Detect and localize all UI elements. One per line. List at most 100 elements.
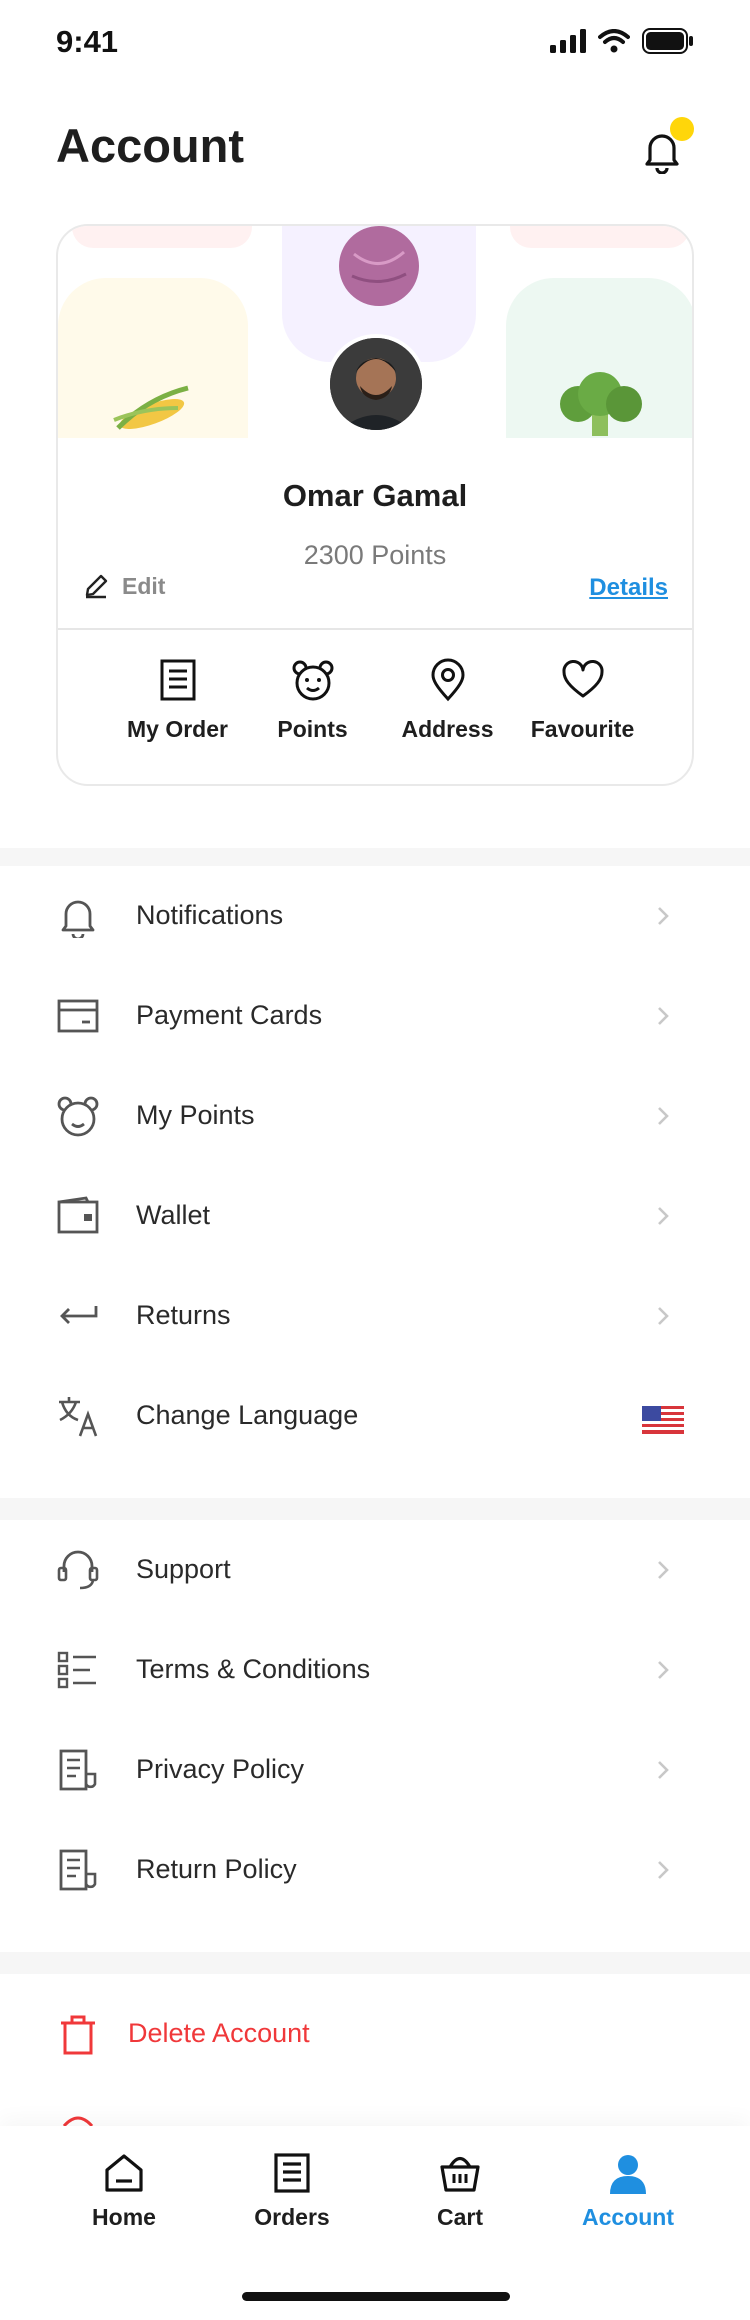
broccoli-icon — [560, 372, 642, 436]
quick-action-label: My Order — [127, 716, 228, 742]
document-icon — [59, 1749, 97, 1791]
menu-label: Notifications — [136, 900, 284, 930]
tab-label: Account — [582, 2204, 674, 2230]
menu-item-my-points[interactable]: My Points — [0, 1066, 750, 1166]
delete-account-button[interactable]: Delete Account — [0, 1990, 750, 2082]
basket-icon — [440, 2156, 480, 2192]
menu-item-payment-cards[interactable]: Payment Cards — [0, 966, 750, 1066]
corn-icon — [113, 385, 189, 430]
quick-action-points[interactable]: Points — [245, 658, 380, 743]
bear-icon — [57, 1096, 99, 1137]
quick-action-address[interactable]: Address — [380, 658, 515, 743]
card-icon — [57, 999, 99, 1033]
wallet-icon — [57, 1196, 99, 1234]
avatar — [326, 334, 426, 434]
translate-icon — [59, 1397, 98, 1437]
signal-icon — [550, 29, 586, 53]
decor-tile — [72, 226, 252, 248]
chevron-right-icon — [658, 1207, 669, 1225]
document-icon — [59, 1849, 97, 1891]
menu-item-returns[interactable]: Returns — [0, 1266, 750, 1366]
bear-icon — [292, 660, 333, 701]
menu-item-privacy-policy[interactable]: Privacy Policy — [0, 1720, 750, 1820]
quick-action-label: Points — [277, 716, 348, 742]
receipt-icon — [274, 2153, 310, 2193]
divider — [58, 628, 692, 630]
broccoli-tile — [506, 278, 692, 438]
edit-profile-button[interactable]: Edit — [82, 572, 165, 600]
home-icon — [105, 2154, 143, 2192]
chevron-right-icon — [658, 907, 669, 925]
return-arrow-icon — [60, 1306, 98, 1324]
menu-item-wallet[interactable]: Wallet — [0, 1166, 750, 1266]
wifi-icon — [598, 29, 630, 53]
tab-label: Cart — [436, 2204, 483, 2230]
page-title: Account — [56, 119, 244, 172]
profile-name: Omar Gamal — [282, 478, 468, 513]
profile-points: 2300 Points — [303, 540, 447, 570]
menu-label: Payment Cards — [136, 1000, 323, 1030]
settings-menu: Notifications Payment Cards My Points Wa… — [0, 866, 750, 1498]
receipt-icon — [160, 659, 195, 701]
chevron-right-icon — [658, 1861, 669, 1879]
menu-label: Terms & Conditions — [136, 1654, 371, 1684]
menu-item-support[interactable]: Support — [0, 1520, 750, 1620]
menu-label: My Points — [136, 1100, 255, 1130]
section-separator — [0, 1498, 750, 1520]
chevron-right-icon — [658, 1307, 669, 1325]
corn-tile — [58, 278, 248, 438]
details-link[interactable]: Details — [589, 574, 668, 602]
menu-label: Return Policy — [136, 1854, 297, 1884]
battery-icon — [642, 28, 693, 54]
info-menu: Support Terms & Conditions Privacy Polic… — [0, 1520, 750, 1952]
quick-action-my-order[interactable]: My Order — [110, 658, 245, 743]
status-icons — [550, 28, 694, 54]
quick-actions: My Order Points Address Favourite — [110, 658, 650, 743]
chevron-right-icon — [658, 1661, 669, 1679]
cabbage-icon — [339, 226, 419, 306]
menu-label: Privacy Policy — [136, 1754, 305, 1784]
quick-action-label: Favourite — [530, 716, 635, 742]
trash-icon — [61, 2015, 95, 2055]
tab-account[interactable]: Account — [543, 2152, 713, 2231]
quick-action-favourite[interactable]: Favourite — [515, 658, 650, 743]
tab-home[interactable]: Home — [39, 2152, 209, 2231]
chevron-right-icon — [658, 1761, 669, 1779]
page-header: Account — [0, 110, 750, 190]
section-separator — [0, 848, 750, 866]
home-indicator — [242, 2292, 510, 2301]
menu-item-return-policy[interactable]: Return Policy — [0, 1820, 750, 1920]
tab-orders[interactable]: Orders — [207, 2152, 377, 2231]
checklist-icon — [57, 1651, 96, 1689]
notification-dot — [670, 117, 694, 141]
chevron-right-icon — [658, 1107, 669, 1125]
tab-label: Orders — [254, 2204, 330, 2230]
menu-item-notifications[interactable]: Notifications — [0, 866, 750, 966]
profile-card: Omar Gamal 2300 Points Edit Details My O… — [56, 224, 694, 786]
tab-label: Home — [92, 2204, 156, 2230]
menu-item-terms[interactable]: Terms & Conditions — [0, 1620, 750, 1720]
menu-label: Returns — [136, 1300, 231, 1330]
chevron-right-icon — [658, 1007, 669, 1025]
edit-label: Edit — [122, 572, 166, 599]
profile-photo — [330, 338, 422, 430]
decor-tile — [510, 226, 690, 248]
menu-label: Wallet — [136, 1200, 211, 1230]
logout-icon — [62, 2116, 94, 2126]
status-bar: 9:41 — [0, 0, 750, 84]
menu-label: Support — [136, 1554, 231, 1584]
user-icon — [610, 2155, 646, 2194]
location-pin-icon — [430, 658, 465, 702]
heart-icon — [561, 660, 604, 698]
menu-label: Change Language — [136, 1400, 359, 1430]
status-time: 9:41 — [56, 24, 119, 59]
bottom-tab-bar: Home Orders Cart Account — [0, 2126, 750, 2320]
delete-account-label: Delete Account — [128, 2018, 310, 2048]
tab-cart[interactable]: Cart — [375, 2152, 545, 2231]
pencil-icon — [85, 574, 108, 599]
us-flag-icon — [642, 1406, 684, 1434]
quick-action-label: Address — [401, 716, 494, 742]
menu-item-change-language[interactable]: Change Language — [0, 1366, 750, 1466]
chevron-right-icon — [658, 1561, 669, 1579]
headset-icon — [57, 1550, 99, 1590]
